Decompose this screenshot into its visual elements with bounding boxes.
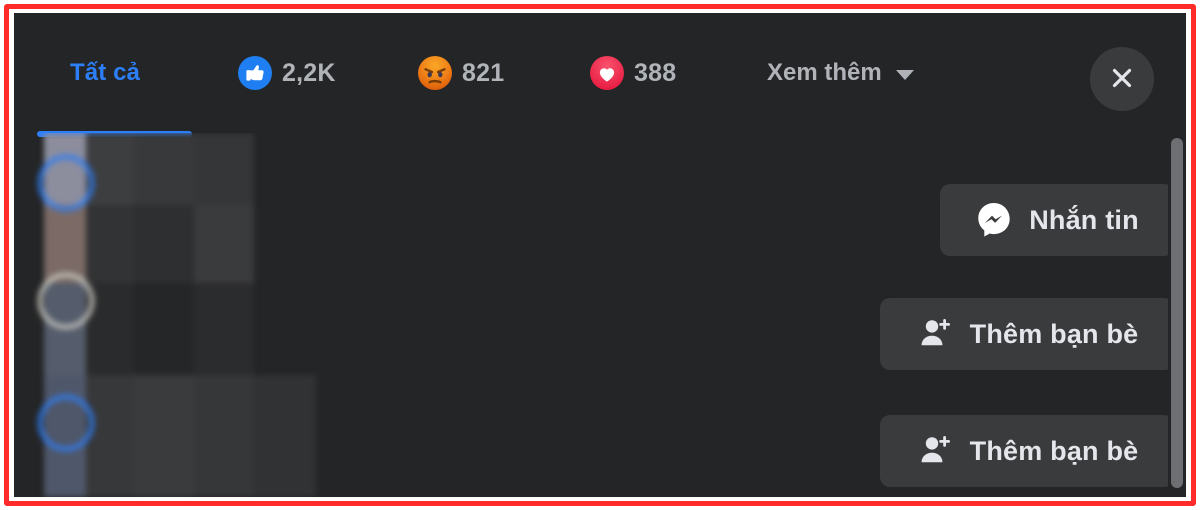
love-reaction-icon <box>590 56 624 90</box>
tab-love[interactable]: 388 <box>574 40 692 106</box>
angry-reaction-icon <box>418 56 452 90</box>
close-icon <box>1107 63 1137 96</box>
avatar-ring-row-1 <box>38 155 94 211</box>
tab-all-label: Tất cả <box>70 59 140 86</box>
add-friend-button-row-2[interactable]: Thêm bạn bè <box>880 298 1174 370</box>
close-button[interactable] <box>1090 47 1154 111</box>
tab-love-count: 388 <box>634 58 677 87</box>
avatar-ring-row-3 <box>38 395 94 451</box>
message-button-label: Nhắn tin <box>1029 204 1139 235</box>
screenshot-root: Tất cả 2,2K 821 388 Xem thêm Nhắn tin Th… <box>0 0 1200 510</box>
like-reaction-icon <box>238 56 272 90</box>
add-friend-icon <box>916 314 954 355</box>
tab-all[interactable]: Tất cả <box>54 40 156 106</box>
chevron-down-icon <box>895 69 914 80</box>
redacted-names-region <box>14 133 414 497</box>
tab-angry-count: 821 <box>462 58 505 87</box>
see-more-label: Xem thêm <box>767 59 882 86</box>
see-more-dropdown[interactable]: Xem thêm <box>749 40 932 106</box>
add-friend-button-label-row-2: Thêm bạn bè <box>969 318 1139 349</box>
add-friend-button-label-row-3: Thêm bạn bè <box>969 435 1139 466</box>
scrollbar-thumb[interactable] <box>1171 138 1183 488</box>
messenger-icon <box>975 200 1013 241</box>
scrollbar-track[interactable] <box>1168 133 1186 497</box>
add-friend-icon <box>916 431 954 472</box>
avatar-ring-row-2 <box>38 273 94 329</box>
reactions-list: Nhắn tin Thêm bạn bè Thêm bạn bè <box>14 133 1186 497</box>
add-friend-button-row-3[interactable]: Thêm bạn bè <box>880 415 1174 487</box>
tab-like-count: 2,2K <box>282 58 336 87</box>
reactions-dialog: Tất cả 2,2K 821 388 Xem thêm Nhắn tin Th… <box>14 13 1186 497</box>
tab-like[interactable]: 2,2K <box>222 40 352 106</box>
tab-angry[interactable]: 821 <box>402 40 520 106</box>
message-button[interactable]: Nhắn tin <box>940 184 1174 256</box>
reaction-tab-bar: Tất cả 2,2K 821 388 Xem thêm <box>14 13 1186 137</box>
